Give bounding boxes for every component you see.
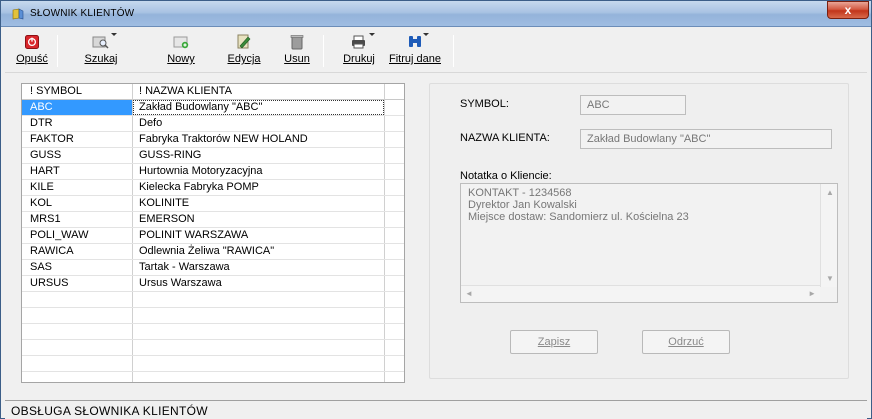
symbol-cell: RAWICA: [30, 245, 74, 257]
symbol-cell: FAKTOR: [30, 133, 74, 145]
drukuj-label: Drukuj: [343, 53, 375, 65]
toolbar: Opuść Szukaj Nowy Edycja Usun Drukuj Fit…: [5, 29, 867, 73]
symbol-cell: GUSS: [30, 149, 62, 161]
scroll-up-icon[interactable]: ▲: [826, 188, 834, 197]
symbol-cell: SAS: [30, 261, 53, 273]
notatka-line: KONTAKT - 1234568: [468, 187, 572, 199]
symbol-label: SYMBOL:: [460, 98, 509, 110]
new-document-icon: [173, 36, 189, 49]
nazwa-cell: Hurtownia Motoryzacyjna: [139, 165, 263, 177]
clients-table[interactable]: ! SYMBOL ! NAZWA KLIENTA ABC Zakład Budow…: [21, 83, 405, 383]
table-header: ! SYMBOL ! NAZWA KLIENTA: [22, 84, 404, 100]
status-text: OBSŁUGA SŁOWNIKA KLIENTÓW: [11, 404, 208, 418]
odrzuc-button[interactable]: Odrzuć: [642, 330, 730, 354]
nazwa-cell: POLINIT WARSZAWA: [139, 229, 249, 241]
nazwa-cell: EMERSON: [139, 213, 195, 225]
nazwa-cell: Fabryka Traktorów NEW HOLAND: [139, 133, 308, 145]
nazwa-cell: GUSS-RING: [139, 149, 202, 161]
notatka-label: Notatka o Kliencie:: [460, 170, 552, 182]
trash-icon: [290, 35, 304, 50]
nazwa-cell: Kielecka Fabryka POMP: [139, 181, 259, 193]
table-row[interactable]: SAS Tartak - Warszawa: [22, 260, 404, 276]
empty-row: [22, 340, 404, 356]
power-icon: [25, 35, 39, 49]
szukaj-label: Szukaj: [84, 53, 118, 65]
chevron-down-icon: [111, 33, 117, 36]
scroll-down-icon[interactable]: ▼: [826, 274, 834, 283]
empty-row: [22, 356, 404, 372]
status-bar: OBSŁUGA SŁOWNIKA KLIENTÓW: [5, 400, 867, 419]
window-title: SŁOWNIK KLIENTÓW: [30, 8, 135, 19]
symbol-cell: HART: [30, 165, 60, 177]
table-row[interactable]: KILE Kielecka Fabryka POMP: [22, 180, 404, 196]
notatka-line: Miejsce dostaw: Sandomierz ul. Kościelna…: [468, 211, 689, 223]
table-row[interactable]: ABC Zakład Budowlany "ABC": [22, 100, 404, 116]
chevron-down-icon: [369, 33, 375, 36]
table-row[interactable]: KOL KOLINITE: [22, 196, 404, 212]
empty-row: [22, 292, 404, 308]
symbol-cell: ABC: [22, 100, 132, 115]
odrzuc-label: Odrzuć: [668, 336, 704, 348]
filtruj-button[interactable]: Fitruj dane: [387, 31, 443, 71]
edit-icon: [237, 34, 251, 49]
empty-row: [22, 308, 404, 324]
table-row[interactable]: MRS1 EMERSON: [22, 212, 404, 228]
nazwa-klienta-field[interactable]: Zakład Budowlany "ABC": [580, 129, 832, 149]
chevron-down-icon: [423, 33, 429, 36]
symbol-cell: KOL: [30, 197, 53, 209]
opusc-label: Opuść: [16, 53, 48, 65]
notatka-line: Dyrektor Jan Kowalski: [468, 199, 577, 211]
toolbar-separator: [323, 35, 324, 67]
empty-row: [22, 324, 404, 340]
nazwa-cell: Defo: [139, 117, 163, 129]
nazwa-cell: KOLINITE: [139, 197, 190, 209]
symbol-cell: DTR: [30, 117, 53, 129]
table-row[interactable]: RAWICA Odlewnia Żeliwa "RAWICA": [22, 244, 404, 260]
table-row[interactable]: URSUS Ursus Warszawa: [22, 276, 404, 292]
nowy-button[interactable]: Nowy: [163, 31, 199, 71]
notatka-textarea[interactable]: KONTAKT - 1234568 Dyrektor Jan Kowalski …: [460, 183, 838, 303]
toolbar-separator: [57, 35, 58, 67]
nazwa-cell: Tartak - Warszawa: [139, 261, 230, 273]
table-row[interactable]: DTR Defo: [22, 116, 404, 132]
app-icon: [12, 8, 24, 20]
filtruj-label: Fitruj dane: [389, 53, 441, 65]
scroll-right-icon[interactable]: ►: [808, 289, 816, 298]
zapisz-button[interactable]: Zapisz: [510, 330, 598, 354]
symbol-cell: URSUS: [30, 277, 69, 289]
table-row[interactable]: GUSS GUSS-RING: [22, 148, 404, 164]
horizontal-scrollbar[interactable]: ◄ ►: [461, 285, 820, 302]
main-window: SŁOWNIK KLIENTÓW x Opuść Szukaj Nowy Edy…: [0, 0, 872, 419]
scroll-left-icon[interactable]: ◄: [465, 289, 473, 298]
vertical-scrollbar[interactable]: ▲ ▼: [820, 184, 837, 287]
title-bar: SŁOWNIK KLIENTÓW x: [1, 1, 871, 27]
table-row[interactable]: HART Hurtownia Motoryzacyjna: [22, 164, 404, 180]
symbol-cell: KILE: [30, 181, 54, 193]
table-row[interactable]: POLI_WAW POLINIT WARSZAWA: [22, 228, 404, 244]
edycja-button[interactable]: Edycja: [225, 31, 263, 71]
symbol-field[interactable]: ABC: [580, 95, 686, 115]
edycja-label: Edycja: [227, 53, 261, 65]
nazwa-cell: Ursus Warszawa: [139, 277, 222, 289]
symbol-cell: POLI_WAW: [30, 229, 89, 241]
search-icon: [92, 36, 109, 49]
usun-label: Usun: [284, 53, 310, 65]
filter-icon: [409, 36, 421, 47]
opusc-button[interactable]: Opuść: [13, 31, 51, 71]
column-header-nazwa[interactable]: ! NAZWA KLIENTA: [139, 85, 232, 97]
column-header-symbol[interactable]: ! SYMBOL: [30, 85, 82, 97]
nazwa-cell: Zakład Budowlany "ABC": [139, 101, 263, 113]
szukaj-button[interactable]: Szukaj: [81, 31, 121, 71]
toolbar-separator: [453, 35, 454, 67]
printer-icon: [352, 35, 365, 49]
symbol-cell: MRS1: [30, 213, 61, 225]
close-button[interactable]: x: [827, 1, 869, 19]
usun-button[interactable]: Usun: [281, 31, 313, 71]
drukuj-button[interactable]: Drukuj: [339, 31, 379, 71]
nazwa-klienta-label: NAZWA KLIENTA:: [460, 132, 550, 144]
nowy-label: Nowy: [167, 53, 195, 65]
zapisz-label: Zapisz: [537, 336, 571, 348]
nazwa-cell: Odlewnia Żeliwa "RAWICA": [139, 245, 275, 257]
table-row[interactable]: FAKTOR Fabryka Traktorów NEW HOLAND: [22, 132, 404, 148]
